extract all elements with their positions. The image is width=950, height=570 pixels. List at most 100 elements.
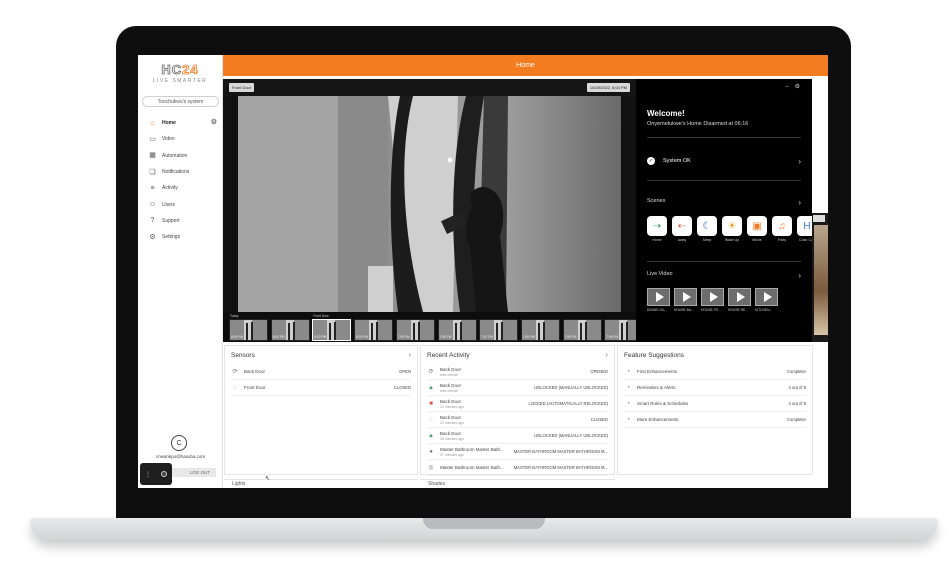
- chevron-right-icon[interactable]: ›: [605, 350, 608, 359]
- scene-sleep[interactable]: ☾ Sleep: [697, 216, 717, 242]
- chevron-right-icon[interactable]: ›: [798, 157, 801, 166]
- timeline-thumbnail[interactable]: 7:56 PM: [520, 319, 560, 341]
- list-item[interactable]: ■ Back Door 21 minutes ago LOCKED (AUTOMATI…: [427, 396, 608, 412]
- item-value: CLOSED: [590, 417, 608, 422]
- live-video-thumbnail[interactable]: [701, 288, 724, 306]
- thumbnail-time: 8:03 PM: [272, 335, 285, 339]
- home-scene-icon[interactable]: ⇢: [647, 216, 667, 236]
- live-video-label: HOUSE RE...: [728, 308, 748, 312]
- play-icon[interactable]: [763, 292, 772, 302]
- logo-tagline: LIVE SMARTER: [152, 78, 208, 84]
- gear-icon[interactable]: ⚙: [795, 84, 806, 90]
- scene-label: Movie: [752, 238, 762, 242]
- live-video-thumbnail[interactable]: [728, 288, 751, 306]
- list-item[interactable]: ◔ More Enhancements Complete!: [624, 412, 806, 428]
- home-settings-icon[interactable]: ⚙: [211, 118, 217, 126]
- sleep-scene-icon[interactable]: ☾: [697, 216, 717, 236]
- timeline-thumbnail[interactable]: 7:58 PM: [437, 319, 477, 341]
- shades-panel-header[interactable]: Shades: [420, 479, 615, 488]
- timeline-thumbnail[interactable]: 8:02 PM Front Door: [312, 314, 352, 341]
- sidebar-item-automation[interactable]: ▦ Automation: [138, 148, 223, 164]
- live-video-label: Live Video: [647, 271, 673, 277]
- chevron-right-icon[interactable]: ›: [798, 198, 801, 207]
- timeline-thumbnail[interactable]: 7:57 PM: [479, 319, 519, 341]
- sidebar-item-activity[interactable]: ≡ Activity: [138, 180, 223, 196]
- live-video-header[interactable]: Live Video ›: [647, 271, 801, 280]
- scene-movie[interactable]: ▣ Movie: [747, 216, 767, 242]
- menu-icon[interactable]: ⋮: [145, 471, 151, 478]
- camera-name-badge[interactable]: Front Door: [229, 83, 255, 92]
- play-icon[interactable]: [736, 292, 745, 302]
- scene-party[interactable]: ♫ Party: [772, 216, 792, 242]
- sidebar-item-home[interactable]: ⌂ Home ⚙: [138, 115, 223, 131]
- timeline-thumbnail[interactable]: 7:55 PM: [562, 319, 602, 341]
- timeline-thumbnail[interactable]: 7:59 PM: [395, 319, 435, 341]
- live-video-tile[interactable]: KITCHEN...: [755, 288, 778, 312]
- support-icon: ?: [150, 217, 155, 225]
- avatar[interactable]: C: [171, 435, 187, 451]
- thumbnail-time: 7:54 PM: [606, 335, 619, 339]
- video-toolbar: Front Door 10/28/2022, 8:04 PM: [223, 79, 636, 96]
- live-video-thumbnail[interactable]: [755, 288, 778, 306]
- list-item[interactable]: ◎ Master Bathroom Master Bath... MASTER BA…: [427, 460, 608, 476]
- item-name: Master Bathroom Master Bath...: [440, 465, 504, 470]
- laptop-mockup: HC24 LIVE SMARTER Toochukwu's system ⌂ Ho…: [0, 0, 950, 570]
- chevron-right-icon[interactable]: ›: [408, 350, 411, 359]
- timeline-thumbnail[interactable]: 8:01 PM: [354, 319, 394, 341]
- list-item[interactable]: ▲ Back Door less minute UNLOCKED (MANUALLY …: [427, 380, 608, 396]
- record-icon[interactable]: [161, 471, 167, 477]
- live-video-tile[interactable]: HOUSE FR...: [701, 288, 724, 312]
- live-video-tile[interactable]: HOUSE RE...: [728, 288, 751, 312]
- sidebar-item-video[interactable]: ▭ Video: [138, 131, 223, 147]
- shades-title: Shades: [428, 481, 445, 487]
- timeline-thumbnail[interactable]: 8:03 PM: [270, 319, 310, 341]
- item-time: less minute: [440, 372, 458, 377]
- list-item[interactable]: ⟳ Back Door less minute OPENED: [427, 364, 608, 380]
- live-video-thumbnail[interactable]: [647, 288, 670, 306]
- party-scene-icon[interactable]: ♫: [772, 216, 792, 236]
- list-item[interactable]: ◌ Front Door CLOSED: [231, 380, 411, 396]
- floating-widget[interactable]: ⋮: [140, 463, 172, 485]
- movie-scene-icon[interactable]: ▣: [747, 216, 767, 236]
- camera-player[interactable]: Front Door 10/28/2022, 8:04 PM 8:04 PM T…: [223, 79, 636, 342]
- play-icon[interactable]: [682, 292, 691, 302]
- minimize-icon[interactable]: –: [785, 84, 794, 90]
- list-item[interactable]: ◔ Reminders & Alerts 4 out of 8: [624, 380, 806, 396]
- live-video-tile[interactable]: DINING GU...: [647, 288, 670, 312]
- adjacent-card-preview[interactable]: [812, 213, 828, 342]
- scene-wake-up[interactable]: ☀ Wake Up: [722, 216, 742, 242]
- list-item[interactable]: ▲ Back Door 28 minutes ago UNLOCKED (MANUAL…: [427, 428, 608, 444]
- recent-activity-panel: Recent Activity › ⟳ Back Door less minute O…: [420, 345, 615, 476]
- scenes-header[interactable]: Scenes ›: [647, 198, 801, 207]
- scene-label: Home: [652, 238, 662, 242]
- list-item[interactable]: ⟳ Back Door OPEN: [231, 364, 411, 380]
- play-icon[interactable]: [655, 292, 664, 302]
- list-item[interactable]: ◔ First Enhancements Complete!: [624, 364, 806, 380]
- sidebar-item-users[interactable]: ☺ Users: [138, 196, 223, 212]
- scene-home[interactable]: ⇢ Home: [647, 216, 667, 242]
- sidebar-item-notifications[interactable]: ❏ Notifications: [138, 164, 223, 180]
- play-icon[interactable]: [709, 292, 718, 302]
- list-item[interactable]: ◔ Smart Rules & Schedules 4 out of 8: [624, 396, 806, 412]
- timeline-thumbnail[interactable]: 7:54 PM: [604, 319, 636, 341]
- list-item[interactable]: ● Master Bathroom Master Bath... 37 minute…: [427, 444, 608, 460]
- item-name: Smart Rules & Schedules: [637, 401, 689, 406]
- lights-panel-header[interactable]: Lights: [224, 479, 418, 488]
- live-video-tile[interactable]: HOUSE BA...: [674, 288, 697, 312]
- live-video-thumbnail[interactable]: [674, 288, 697, 306]
- thumbnail-time: 7:56 PM: [522, 335, 535, 339]
- window-controls[interactable]: –⚙: [785, 83, 806, 90]
- sidebar-item-label: Support: [162, 217, 180, 224]
- timeline-thumbnail[interactable]: 8:04 PM Today: [229, 314, 268, 341]
- scene-away[interactable]: ⇠ Away: [672, 216, 692, 242]
- system-status-row[interactable]: ✓ System OK ›: [647, 157, 801, 166]
- chevron-right-icon[interactable]: ›: [798, 271, 801, 280]
- wake-up-scene-icon[interactable]: ☀: [722, 216, 742, 236]
- list-item[interactable]: ◌ Back Door 22 minutes ago CLOSED: [427, 412, 608, 428]
- sidebar-item-support[interactable]: ? Support: [138, 213, 223, 229]
- system-selector[interactable]: Toochukwu's system: [142, 96, 219, 107]
- camera-feed[interactable]: [238, 96, 621, 312]
- away-scene-icon[interactable]: ⇠: [672, 216, 692, 236]
- sidebar-item-settings[interactable]: ⚙ Settings: [138, 229, 223, 245]
- logo[interactable]: HC24 LIVE SMARTER: [150, 62, 210, 84]
